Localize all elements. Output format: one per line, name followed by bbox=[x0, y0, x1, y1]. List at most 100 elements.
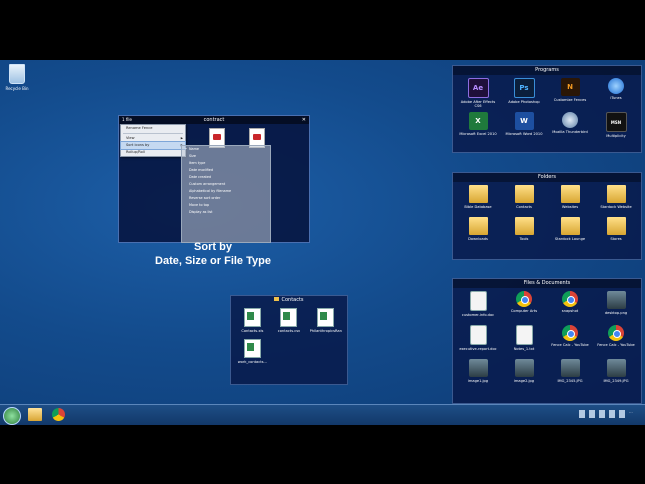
desktop-item[interactable]: customer-info.doc bbox=[459, 291, 497, 321]
item-label: Microsoft Excel 2010 bbox=[459, 132, 497, 136]
chevron-right-icon: ▶ bbox=[180, 136, 183, 140]
excel-icon: X bbox=[468, 112, 488, 130]
desktop-item[interactable]: Fence Calc - YouTube bbox=[551, 325, 589, 355]
excel-file-icon bbox=[280, 308, 298, 327]
desktop-item[interactable]: desktop.png bbox=[597, 291, 635, 321]
item-label: contacts.csv bbox=[277, 329, 301, 333]
item-label: Fence Calc - YouTube bbox=[597, 343, 635, 347]
submenu-item[interactable]: Reverse sort order bbox=[182, 195, 270, 202]
tray-icon[interactable] bbox=[589, 410, 595, 418]
desktop-item[interactable]: Ps Adobe Photoshop bbox=[505, 78, 543, 108]
menu-item[interactable]: View ▶ bbox=[121, 135, 185, 142]
network-icon[interactable] bbox=[619, 410, 625, 418]
contact-file[interactable]: work_contacts... bbox=[236, 339, 268, 364]
desktop-item[interactable]: image2.jpg bbox=[505, 359, 543, 387]
menu-item[interactable]: Rename Fence bbox=[121, 125, 185, 132]
item-label: snapshot bbox=[561, 309, 579, 313]
tray-icon[interactable] bbox=[579, 410, 585, 418]
submenu-item[interactable]: Name bbox=[182, 146, 270, 153]
desktop-item[interactable]: N Customize Fences bbox=[551, 78, 589, 108]
folder-icon bbox=[606, 217, 626, 235]
contacts-grid: Contacts.xls contacts.csv PhilanthropicsRa… bbox=[231, 305, 347, 367]
fence-folders[interactable]: Folders Bible Database Contacts Websites St… bbox=[452, 172, 642, 260]
menu-item[interactable]: Rollup/Roll bbox=[121, 149, 185, 156]
contact-file[interactable]: Contacts.xls bbox=[236, 308, 268, 333]
item-label: Stores bbox=[610, 237, 622, 241]
item-label: Customize Fences bbox=[553, 98, 587, 102]
clock[interactable]: ... bbox=[629, 409, 641, 419]
desktop-item[interactable]: IMG_2349.JPG bbox=[597, 359, 635, 387]
excel-file-icon bbox=[243, 339, 261, 358]
fence-programs[interactable]: Programs Ae Adobe After Effects CS6 Ps Adob… bbox=[452, 65, 642, 153]
item-label: Computer Arts bbox=[510, 309, 538, 313]
fence-title[interactable]: Folders bbox=[453, 173, 641, 182]
chrome-icon bbox=[562, 291, 578, 307]
item-label: Tools bbox=[519, 237, 529, 241]
item-label: executive-report.doc bbox=[459, 347, 497, 351]
desktop-item[interactable]: Contacts bbox=[505, 185, 543, 213]
desktop-item[interactable]: Websites bbox=[551, 185, 589, 213]
desktop-item[interactable]: Mozilla Thunderbird bbox=[551, 112, 589, 142]
fence-title[interactable]: Files & Documents bbox=[453, 279, 641, 288]
chrome-icon bbox=[608, 325, 624, 341]
mozbird-icon bbox=[562, 112, 578, 128]
folder-icon bbox=[274, 297, 280, 301]
desktop-item[interactable]: MSN Multiplicity bbox=[597, 112, 635, 142]
ps-icon: Ps bbox=[513, 78, 535, 98]
item-label: Websites bbox=[561, 205, 579, 209]
explorer-icon[interactable] bbox=[28, 408, 42, 421]
menu-item[interactable]: Sort icons by▶ bbox=[120, 141, 186, 150]
desktop-item[interactable]: Notes_1.txt bbox=[505, 325, 543, 355]
fence-title[interactable]: Programs bbox=[453, 66, 641, 75]
img-icon bbox=[606, 291, 626, 309]
desktop-item[interactable]: Bible Database bbox=[459, 185, 497, 213]
desktop-item[interactable]: Computer Arts bbox=[505, 291, 543, 321]
recycle-bin[interactable]: Recycle Bin bbox=[4, 64, 30, 91]
item-label: Mozilla Thunderbird bbox=[552, 130, 588, 134]
fence-title-text: contract bbox=[203, 117, 225, 123]
fence-title[interactable]: 1 file contract ✕ bbox=[119, 116, 309, 124]
submenu-item[interactable]: Size bbox=[182, 153, 270, 160]
desktop-item[interactable]: Fence Calc - YouTube bbox=[597, 325, 635, 355]
desktop-item[interactable]: Stores bbox=[597, 217, 635, 245]
desktop-item[interactable]: Stardock Website bbox=[597, 185, 635, 213]
volume-icon[interactable] bbox=[609, 410, 615, 418]
img-icon bbox=[560, 359, 580, 377]
close-icon[interactable]: ✕ bbox=[302, 116, 306, 124]
fence-contacts[interactable]: Contacts Contacts.xls contacts.csv Philant… bbox=[230, 295, 348, 385]
sort-caption: Sort by Date, Size or File Type bbox=[118, 240, 308, 268]
menu-item-label: Sort icons by bbox=[126, 143, 150, 147]
submenu-item[interactable]: Date created bbox=[182, 174, 270, 181]
submenu-item[interactable]: Date modified bbox=[182, 167, 270, 174]
desktop-item[interactable]: image1.jpg bbox=[459, 359, 497, 387]
doc-icon bbox=[469, 325, 487, 345]
desktop-item[interactable]: iTunes bbox=[597, 78, 635, 108]
fence-title[interactable]: Contacts bbox=[231, 296, 347, 305]
desktop-item[interactable]: Ae Adobe After Effects CS6 bbox=[459, 78, 497, 108]
submenu-item[interactable]: Alphabetical by filename bbox=[182, 188, 270, 195]
desktop-item[interactable]: Stardock Lounge bbox=[551, 217, 589, 245]
desktop-item[interactable]: W Microsoft Word 2010 bbox=[505, 112, 543, 142]
tray-icon[interactable] bbox=[599, 410, 605, 418]
chrome-icon[interactable] bbox=[52, 408, 65, 421]
desktop-item[interactable]: X Microsoft Excel 2010 bbox=[459, 112, 497, 142]
submenu-item[interactable]: Display as list bbox=[182, 209, 270, 216]
item-label: Adobe Photoshop bbox=[508, 100, 540, 104]
img-icon bbox=[468, 359, 488, 377]
submenu-item[interactable]: Custom arrangement bbox=[182, 181, 270, 188]
contact-file[interactable]: contacts.csv bbox=[273, 308, 305, 333]
desktop-item[interactable]: IMG_2345.JPG bbox=[551, 359, 589, 387]
files-grid: customer-info.doc Computer Arts snapshot de… bbox=[453, 288, 641, 390]
desktop-item[interactable]: Downloads bbox=[459, 217, 497, 245]
fence-files[interactable]: Files & Documents customer-info.doc Compu… bbox=[452, 278, 642, 404]
desktop-item[interactable]: Tools bbox=[505, 217, 543, 245]
submenu-item[interactable]: Item type bbox=[182, 160, 270, 167]
caption-line2: Date, Size or File Type bbox=[155, 255, 271, 267]
contact-file[interactable]: PhilanthropicsRank... bbox=[310, 308, 342, 333]
start-button[interactable] bbox=[3, 407, 21, 425]
desktop-item[interactable]: snapshot bbox=[551, 291, 589, 321]
taskbar: ... bbox=[0, 404, 645, 425]
submenu-item[interactable]: Move to top bbox=[182, 202, 270, 209]
fence-contract[interactable]: 1 file contract ✕ Rename Fence View ▶ Sort … bbox=[118, 115, 310, 243]
desktop-item[interactable]: executive-report.doc bbox=[459, 325, 497, 355]
